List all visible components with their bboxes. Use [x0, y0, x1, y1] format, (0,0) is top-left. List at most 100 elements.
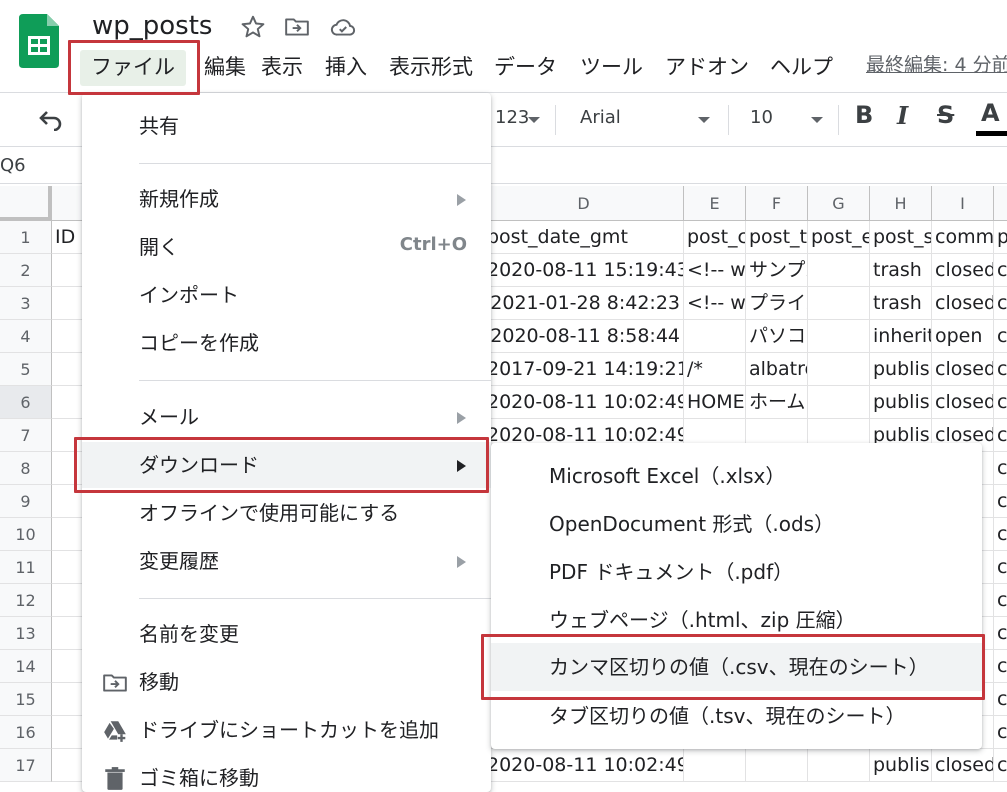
number-format-dropdown[interactable]: 123: [495, 107, 529, 128]
row-header[interactable]: 12: [0, 584, 52, 617]
grid-cell[interactable]: post_s: [870, 221, 932, 254]
grid-cell[interactable]: [684, 320, 746, 353]
download-xlsx[interactable]: Microsoft Excel（.xlsx）: [491, 453, 982, 499]
grid-cell[interactable]: <!-- wp: [684, 287, 746, 320]
download-pdf[interactable]: PDF ドキュメント（.pdf）: [491, 549, 982, 595]
grid-cell[interactable]: [808, 749, 870, 782]
menu-item-download[interactable]: ダウンロード: [82, 442, 491, 488]
select-all-corner[interactable]: [0, 186, 52, 221]
grid-cell[interactable]: publish: [870, 749, 932, 782]
grid-cell[interactable]: 2020-08-11 8:58:44: [484, 320, 684, 353]
row-header[interactable]: 17: [0, 749, 52, 782]
grid-cell[interactable]: c: [994, 320, 1007, 353]
grid-cell[interactable]: trash: [870, 254, 932, 287]
menu-item-import[interactable]: インポート: [82, 272, 491, 318]
row-header[interactable]: 11: [0, 551, 52, 584]
grid-cell[interactable]: closed: [932, 254, 994, 287]
grid-cell[interactable]: publish: [870, 386, 932, 419]
grid-cell[interactable]: c: [994, 386, 1007, 419]
menu-item-trash[interactable]: ゴミ箱に移動: [82, 755, 491, 792]
grid-cell[interactable]: <!-- wp: [684, 254, 746, 287]
row-header[interactable]: 14: [0, 650, 52, 683]
download-tsv[interactable]: タブ区切りの値（.tsv、現在のシート）: [491, 693, 982, 739]
menu-item-rename[interactable]: 名前を変更: [82, 611, 491, 657]
menu-item-make-copy[interactable]: コピーを作成: [82, 320, 491, 366]
column-header-f[interactable]: F: [746, 186, 808, 221]
grid-cell[interactable]: inherit: [870, 320, 932, 353]
grid-cell[interactable]: 2021-01-28 8:42:23: [484, 287, 684, 320]
row-header[interactable]: 16: [0, 716, 52, 749]
grid-cell[interactable]: c: [994, 716, 1007, 749]
undo-icon[interactable]: [38, 109, 64, 131]
row-header[interactable]: 6: [0, 386, 52, 419]
grid-cell[interactable]: HOME: [684, 386, 746, 419]
menu-file[interactable]: ファイル: [80, 50, 186, 86]
menu-addons[interactable]: アドオン: [665, 50, 749, 86]
grid-cell[interactable]: c: [994, 452, 1007, 485]
menu-item-new[interactable]: 新規作成: [82, 176, 491, 222]
grid-cell[interactable]: [808, 353, 870, 386]
grid-cell[interactable]: albatros: [746, 353, 808, 386]
menu-help[interactable]: ヘルプ: [770, 50, 833, 86]
column-header-e[interactable]: E: [684, 186, 746, 221]
column-header-j[interactable]: [994, 186, 1007, 221]
star-icon[interactable]: [240, 14, 266, 40]
grid-cell[interactable]: 2020-08-11 10:02:49: [484, 749, 684, 782]
font-size-dropdown[interactable]: 10: [750, 107, 773, 128]
grid-cell[interactable]: [808, 386, 870, 419]
grid-cell[interactable]: c: [994, 617, 1007, 650]
grid-cell[interactable]: [808, 254, 870, 287]
menu-insert[interactable]: 挿入: [325, 50, 367, 86]
grid-cell[interactable]: /*: [684, 353, 746, 386]
grid-cell[interactable]: c: [994, 749, 1007, 782]
menu-item-email[interactable]: メール: [82, 394, 491, 440]
menu-format[interactable]: 表示形式: [389, 50, 473, 86]
row-header[interactable]: 3: [0, 287, 52, 320]
grid-cell[interactable]: post_c: [684, 221, 746, 254]
menu-item-version-history[interactable]: 変更履歴: [82, 538, 491, 584]
column-header-d[interactable]: D: [484, 186, 684, 221]
column-header-g[interactable]: G: [808, 186, 870, 221]
grid-cell[interactable]: post_date_gmt: [484, 221, 684, 254]
font-family-dropdown[interactable]: Arial: [580, 107, 621, 128]
row-header[interactable]: 15: [0, 683, 52, 716]
grid-cell[interactable]: 2020-08-11 15:19:43: [484, 254, 684, 287]
grid-cell[interactable]: comme: [932, 221, 994, 254]
grid-cell[interactable]: 2017-09-21 14:19:21: [484, 353, 684, 386]
menu-edit[interactable]: 編集: [204, 50, 246, 86]
grid-cell[interactable]: c: [994, 485, 1007, 518]
bold-button[interactable]: B: [855, 101, 873, 129]
move-folder-icon[interactable]: [284, 14, 310, 40]
menu-item-offline[interactable]: オフラインで使用可能にする: [82, 490, 491, 536]
grid-cell[interactable]: c: [994, 518, 1007, 551]
italic-button[interactable]: I: [897, 101, 908, 130]
grid-cell[interactable]: ホーム: [746, 386, 808, 419]
grid-cell[interactable]: [746, 749, 808, 782]
font-caret-icon[interactable]: [698, 117, 710, 123]
document-title[interactable]: wp_posts: [92, 6, 212, 40]
row-header[interactable]: 7: [0, 419, 52, 452]
grid-cell[interactable]: c: [994, 650, 1007, 683]
menu-tools[interactable]: ツール: [580, 50, 643, 86]
grid-cell[interactable]: closed: [932, 353, 994, 386]
grid-cell[interactable]: c: [994, 683, 1007, 716]
font-size-caret-icon[interactable]: [811, 117, 823, 123]
grid-cell[interactable]: プライバシー: [746, 287, 808, 320]
grid-cell[interactable]: trash: [870, 287, 932, 320]
row-header[interactable]: 4: [0, 320, 52, 353]
grid-cell[interactable]: パソコン実践: [746, 320, 808, 353]
grid-cell[interactable]: [808, 320, 870, 353]
strikethrough-button[interactable]: S: [937, 101, 954, 129]
grid-cell[interactable]: closed: [932, 287, 994, 320]
column-header-h[interactable]: H: [870, 186, 932, 221]
row-header[interactable]: 8: [0, 452, 52, 485]
grid-cell[interactable]: post_e: [808, 221, 870, 254]
number-format-caret-icon[interactable]: [528, 117, 540, 123]
menu-item-share[interactable]: 共有: [82, 103, 491, 149]
grid-cell[interactable]: c: [994, 419, 1007, 452]
column-header-i[interactable]: I: [932, 186, 994, 221]
grid-cell[interactable]: c: [994, 551, 1007, 584]
download-csv[interactable]: カンマ区切りの値（.csv、現在のシート）: [491, 643, 982, 691]
row-header[interactable]: 10: [0, 518, 52, 551]
grid-cell[interactable]: [808, 287, 870, 320]
